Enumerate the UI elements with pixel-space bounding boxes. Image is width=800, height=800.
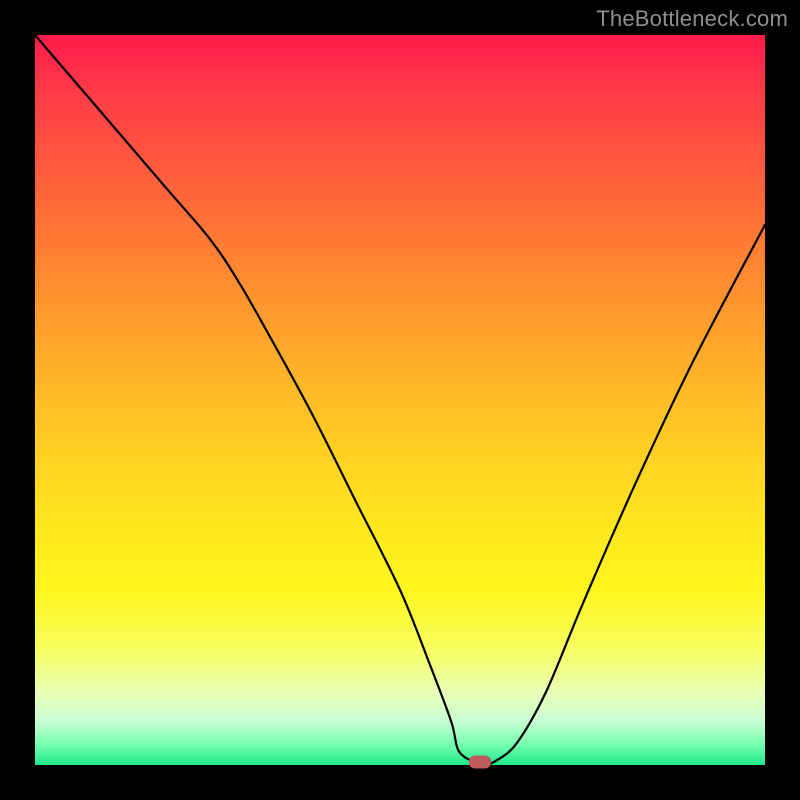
watermark-text: TheBottleneck.com (596, 6, 788, 32)
chart-frame: TheBottleneck.com (0, 0, 800, 800)
bottleneck-curve (35, 35, 765, 765)
optimum-marker (469, 756, 491, 769)
plot-area (35, 35, 765, 765)
